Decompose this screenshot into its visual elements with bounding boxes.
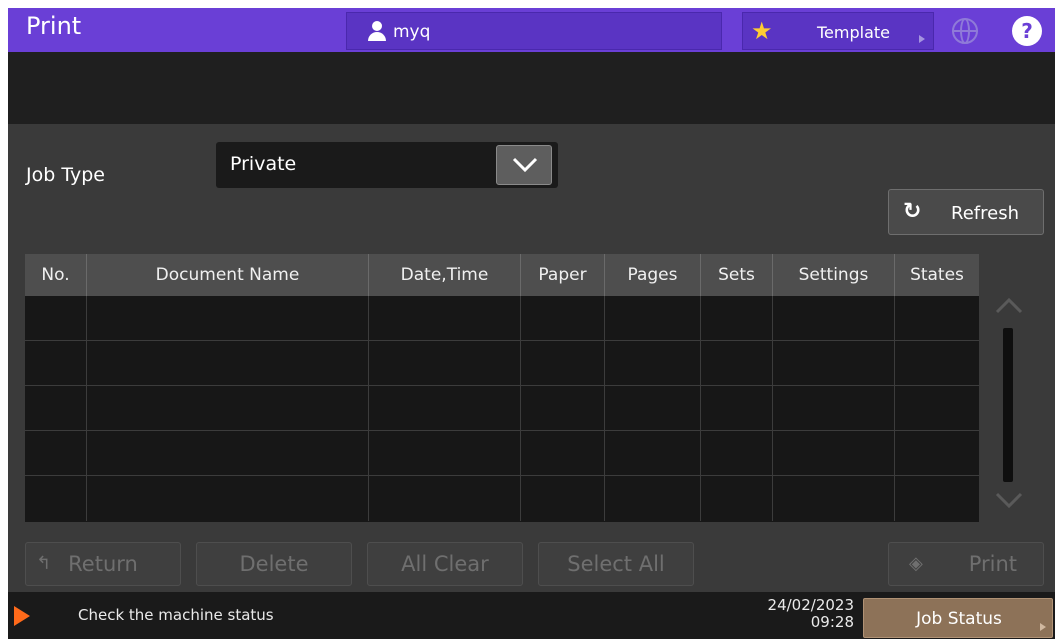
message-bar [8, 52, 1055, 124]
select-all-button[interactable]: Select All [538, 542, 694, 586]
return-label: Return [68, 552, 138, 576]
job-status-button[interactable]: Job Status [863, 598, 1053, 638]
table-row[interactable] [25, 296, 979, 341]
refresh-label: Refresh [951, 203, 1019, 224]
job-table: No. Document Name Date,Time Paper Pages … [25, 254, 979, 522]
dropdown-button[interactable] [496, 145, 552, 185]
delete-label: Delete [239, 552, 309, 576]
select-all-label: Select All [567, 552, 665, 576]
table-header: No. Document Name Date,Time Paper Pages … [25, 254, 979, 296]
return-icon: ↰ [36, 553, 52, 574]
date-time: 24/02/2023 09:28 [716, 597, 854, 631]
main-panel: Job Type Private ↻ Refresh No. Document … [8, 124, 1055, 592]
column-header-date-time[interactable]: Date,Time [369, 254, 521, 296]
arrow-right-icon [919, 35, 925, 43]
job-type-select[interactable]: Private [216, 142, 558, 188]
delete-button[interactable]: Delete [196, 542, 352, 586]
chevron-down-icon [512, 157, 538, 173]
refresh-button[interactable]: ↻ Refresh [888, 189, 1044, 235]
table-row[interactable] [25, 386, 979, 431]
user-name: myq [393, 22, 431, 42]
column-header-sets[interactable]: Sets [701, 254, 773, 296]
job-type-value: Private [230, 153, 297, 175]
template-label: Template [817, 23, 891, 42]
all-clear-label: All Clear [401, 552, 489, 576]
template-button[interactable]: ★ Template [742, 12, 934, 50]
page-title: Print [26, 12, 82, 40]
status-message: Check the machine status [78, 606, 274, 624]
print-button[interactable]: ◈ Print [888, 542, 1044, 586]
start-icon: ◈ [909, 553, 923, 574]
column-header-no[interactable]: No. [25, 254, 87, 296]
status-bar: Check the machine status 24/02/2023 09:2… [8, 592, 1055, 639]
column-header-settings[interactable]: Settings [773, 254, 895, 296]
scroll-down-icon[interactable] [993, 490, 1025, 512]
arrow-right-icon [1040, 623, 1046, 631]
star-icon: ★ [751, 17, 773, 45]
table-row[interactable] [25, 476, 979, 521]
job-type-label: Job Type [26, 164, 105, 186]
all-clear-button[interactable]: All Clear [367, 542, 523, 586]
globe-icon[interactable] [952, 18, 978, 44]
print-label: Print [968, 552, 1017, 576]
table-row[interactable] [25, 341, 979, 386]
return-button[interactable]: ↰ Return [25, 542, 181, 586]
help-icon[interactable]: ? [1012, 16, 1042, 46]
column-header-pages[interactable]: Pages [605, 254, 701, 296]
user-icon [367, 21, 387, 43]
date: 24/02/2023 [767, 596, 854, 614]
scroll-up-icon[interactable] [993, 294, 1025, 316]
play-icon [14, 606, 30, 626]
user-button[interactable]: myq [346, 12, 722, 50]
column-header-document-name[interactable]: Document Name [87, 254, 369, 296]
header-bar: Print myq ★ Template ? [8, 8, 1055, 52]
time: 09:28 [810, 613, 854, 631]
table-row[interactable] [25, 431, 979, 476]
job-status-label: Job Status [916, 609, 1002, 629]
scrollbar[interactable] [1003, 328, 1013, 482]
column-header-states[interactable]: States [895, 254, 979, 296]
column-header-paper[interactable]: Paper [521, 254, 605, 296]
print-screen: Print myq ★ Template ? Job Type Private … [8, 8, 1055, 639]
refresh-icon: ↻ [903, 199, 922, 224]
